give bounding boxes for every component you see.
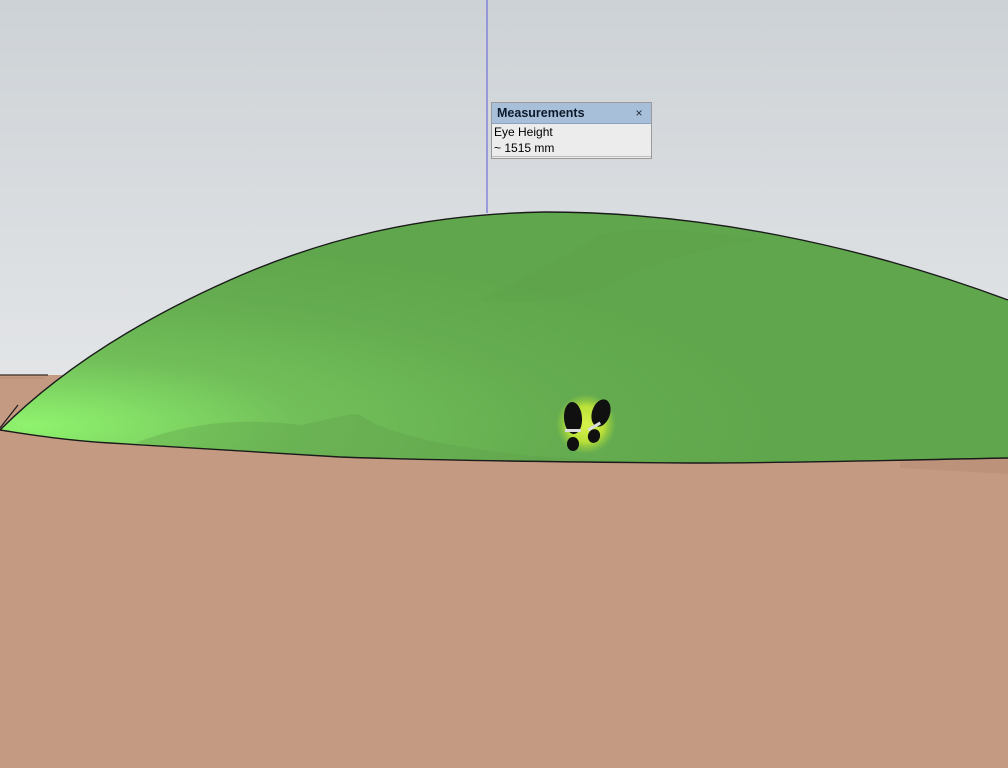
measurements-title: Measurements [497, 106, 585, 120]
position-camera-feet-icon [556, 394, 616, 454]
measurements-titlebar[interactable]: Measurements × [492, 103, 651, 124]
model-viewport[interactable]: Measurements × Eye Height ~ 1515 mm [0, 0, 1008, 768]
measurements-dialog[interactable]: Measurements × Eye Height ~ 1515 mm [491, 102, 652, 159]
measurement-value-field[interactable]: ~ 1515 mm [492, 140, 651, 157]
close-icon[interactable]: × [633, 107, 645, 119]
measurement-label: Eye Height [494, 125, 553, 139]
